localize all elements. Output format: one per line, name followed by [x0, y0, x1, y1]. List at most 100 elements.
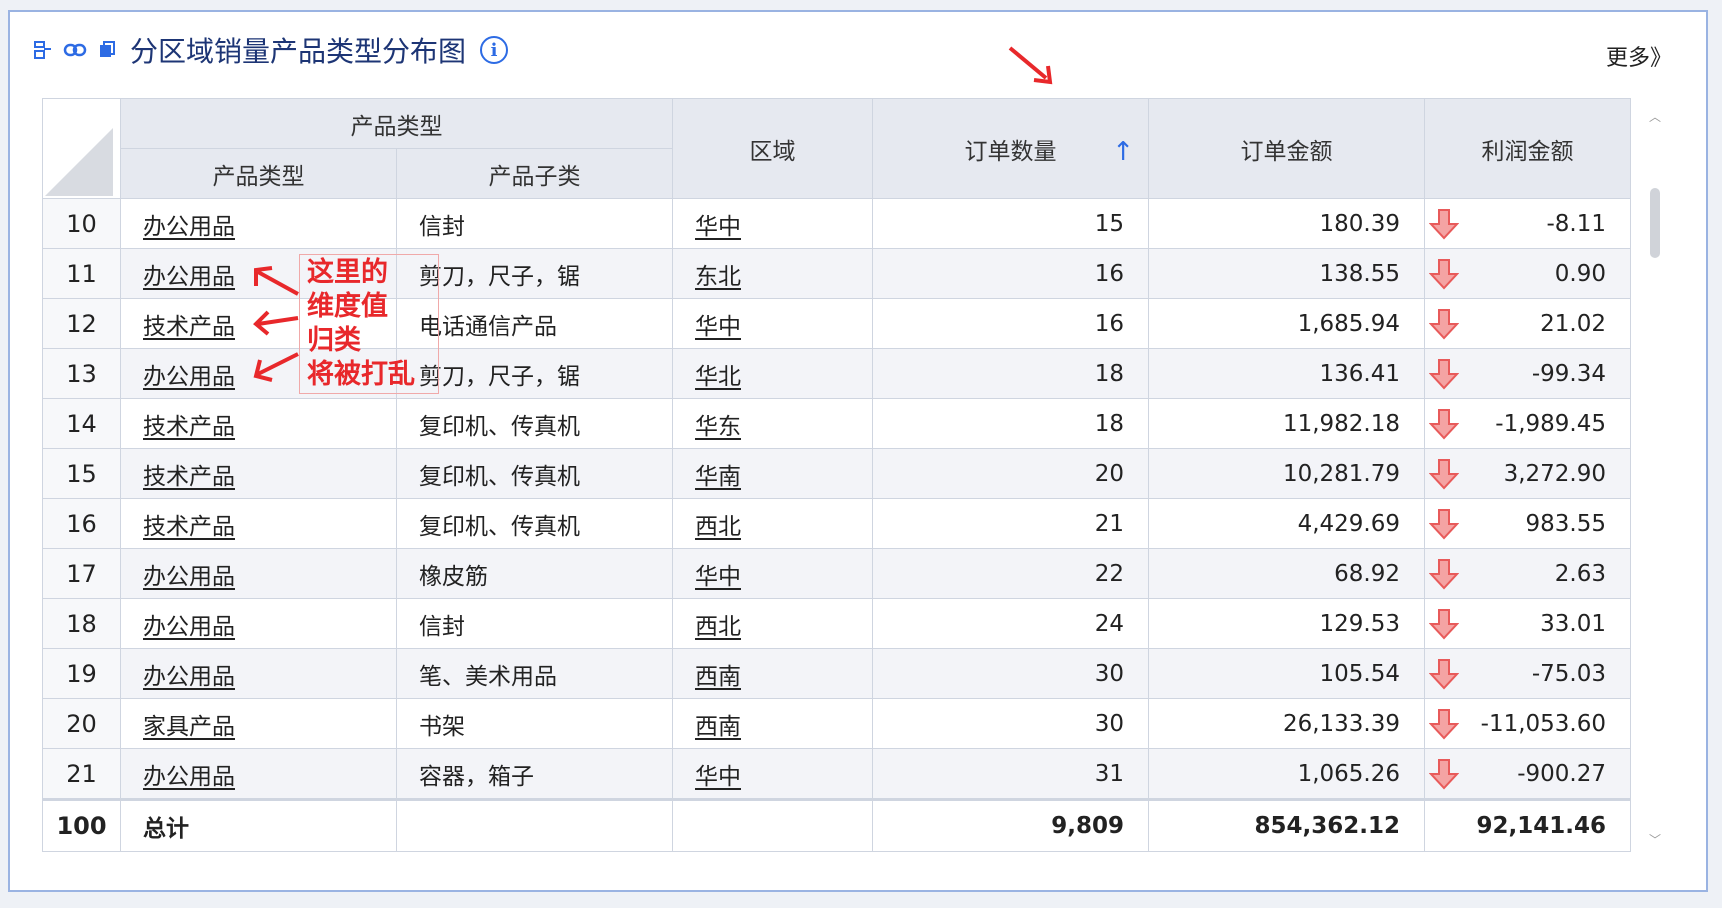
- vertical-scrollbar[interactable]: ︿ ﹀: [1648, 108, 1662, 848]
- row-index: 21: [42, 748, 121, 800]
- product-sub-cell: 信封: [396, 598, 673, 649]
- region-link[interactable]: 华中: [695, 564, 741, 590]
- header-product-sub[interactable]: 产品子类: [396, 148, 673, 199]
- widget-title: 分区域销量产品类型分布图: [130, 35, 467, 68]
- table-row: 17 办公用品 橡皮筋 华中 22 68.92 2.63: [42, 548, 1631, 599]
- product-type-link[interactable]: 办公用品: [143, 264, 235, 290]
- region-link[interactable]: 西北: [695, 614, 741, 640]
- region-link[interactable]: 华东: [695, 414, 741, 440]
- region-cell[interactable]: 华中: [672, 548, 873, 599]
- table-row: 18 办公用品 信封 西北 24 129.53 33.01: [42, 598, 1631, 649]
- region-cell[interactable]: 西南: [672, 698, 873, 749]
- table-row: 20 家具产品 书架 西南 30 26,133.39 -11,053.60: [42, 698, 1631, 749]
- region-cell[interactable]: 华中: [672, 748, 873, 800]
- total-index: 100: [42, 798, 121, 852]
- order-qty-cell: 16: [872, 248, 1149, 299]
- red-arrow-icon: [1008, 46, 1053, 85]
- annotation-line: 将被打乱: [307, 359, 415, 390]
- region-cell[interactable]: 华北: [672, 348, 873, 399]
- product-type-link[interactable]: 办公用品: [143, 764, 235, 790]
- scroll-thumb[interactable]: [1650, 188, 1660, 258]
- annotation-arrow-icon: [253, 310, 299, 336]
- product-sub-cell: 书架: [396, 698, 673, 749]
- region-cell[interactable]: 华中: [672, 198, 873, 249]
- region-link[interactable]: 华北: [695, 364, 741, 390]
- profit-cell: 983.55: [1424, 498, 1631, 549]
- row-index: 14: [42, 398, 121, 449]
- region-link[interactable]: 华南: [695, 464, 741, 490]
- order-amount-cell: 129.53: [1148, 598, 1425, 649]
- product-sub-cell: 笔、美术用品: [396, 648, 673, 699]
- header-order-amount[interactable]: 订单金额: [1148, 98, 1425, 199]
- region-link[interactable]: 西北: [695, 514, 741, 540]
- profit-cell: -99.34: [1424, 348, 1631, 399]
- product-sub-cell: 容器，箱子: [396, 748, 673, 800]
- product-type-cell[interactable]: 技术产品: [120, 498, 397, 549]
- product-type-cell[interactable]: 办公用品: [120, 598, 397, 649]
- copy-icon[interactable]: [94, 37, 120, 63]
- product-type-link[interactable]: 技术产品: [143, 514, 235, 540]
- header-order-qty[interactable]: 订单数量 ↑: [872, 98, 1149, 199]
- sort-ascending-icon[interactable]: ↑: [1112, 137, 1134, 167]
- product-type-link[interactable]: 办公用品: [143, 664, 235, 690]
- product-type-link[interactable]: 办公用品: [143, 564, 235, 590]
- region-link[interactable]: 华中: [695, 314, 741, 340]
- row-index: 13: [42, 348, 121, 399]
- region-cell[interactable]: 东北: [672, 248, 873, 299]
- total-row: 100 总计 9,809 854,362.12 92,141.46: [42, 798, 1631, 852]
- region-cell[interactable]: 西北: [672, 598, 873, 649]
- region-link[interactable]: 西南: [695, 664, 741, 690]
- product-type-link[interactable]: 家具产品: [143, 714, 235, 740]
- product-type-cell[interactable]: 办公用品: [120, 648, 397, 699]
- product-type-link[interactable]: 办公用品: [143, 614, 235, 640]
- annotation-line: 这里的: [307, 257, 388, 288]
- scroll-up-icon[interactable]: ︿: [1648, 108, 1662, 125]
- region-link[interactable]: 华中: [695, 214, 741, 240]
- region-cell[interactable]: 西北: [672, 498, 873, 549]
- profit-value: -11,053.60: [1480, 710, 1606, 737]
- product-type-link[interactable]: 技术产品: [143, 464, 235, 490]
- profit-value: -1,989.45: [1495, 410, 1606, 437]
- link-icon[interactable]: [62, 37, 88, 63]
- scroll-down-icon[interactable]: ﹀: [1648, 831, 1662, 848]
- profit-down-arrow-icon: [1429, 359, 1459, 390]
- more-link[interactable]: 更多》: [1606, 40, 1672, 72]
- product-type-cell[interactable]: 技术产品: [120, 398, 397, 449]
- product-type-cell[interactable]: 办公用品: [120, 748, 397, 800]
- order-qty-cell: 24: [872, 598, 1149, 649]
- total-empty-cell: [672, 798, 873, 852]
- region-link[interactable]: 华中: [695, 764, 741, 790]
- product-type-link[interactable]: 办公用品: [143, 364, 235, 390]
- row-index: 10: [42, 198, 121, 249]
- region-cell[interactable]: 华东: [672, 398, 873, 449]
- info-icon[interactable]: i: [480, 36, 509, 64]
- product-sub-cell: 复印机、传真机: [396, 498, 673, 549]
- profit-down-arrow-icon: [1429, 459, 1459, 490]
- header-region[interactable]: 区域: [672, 98, 873, 199]
- table-row: 14 技术产品 复印机、传真机 华东 18 11,982.18 -1,989.45: [42, 398, 1631, 449]
- widget-header: 分区域销量产品类型分布图 i: [30, 30, 509, 70]
- profit-down-arrow-icon: [1429, 209, 1459, 240]
- product-type-link[interactable]: 技术产品: [143, 314, 235, 340]
- profit-value: 3,272.90: [1503, 460, 1606, 487]
- row-index: 20: [42, 698, 121, 749]
- region-cell[interactable]: 华南: [672, 448, 873, 499]
- corner-cell: [42, 98, 121, 199]
- product-type-link[interactable]: 办公用品: [143, 214, 235, 240]
- product-type-cell[interactable]: 办公用品: [120, 548, 397, 599]
- product-type-link[interactable]: 技术产品: [143, 414, 235, 440]
- table-row: 10 办公用品 信封 华中 15 180.39 -8.11: [42, 198, 1631, 249]
- header-product-type[interactable]: 产品类型: [120, 148, 397, 199]
- product-type-cell[interactable]: 家具产品: [120, 698, 397, 749]
- profit-value: 2.63: [1554, 560, 1606, 587]
- region-cell[interactable]: 华中: [672, 298, 873, 349]
- region-cell[interactable]: 西南: [672, 648, 873, 699]
- annotation-text: 这里的 维度值 归类 将被打乱: [307, 256, 415, 392]
- product-type-cell[interactable]: 技术产品: [120, 448, 397, 499]
- drill-icon[interactable]: [30, 37, 56, 63]
- header-profit[interactable]: 利润金额: [1424, 98, 1631, 199]
- region-link[interactable]: 东北: [695, 264, 741, 290]
- region-link[interactable]: 西南: [695, 714, 741, 740]
- product-type-cell[interactable]: 办公用品: [120, 198, 397, 249]
- total-profit: 92,141.46: [1424, 798, 1631, 852]
